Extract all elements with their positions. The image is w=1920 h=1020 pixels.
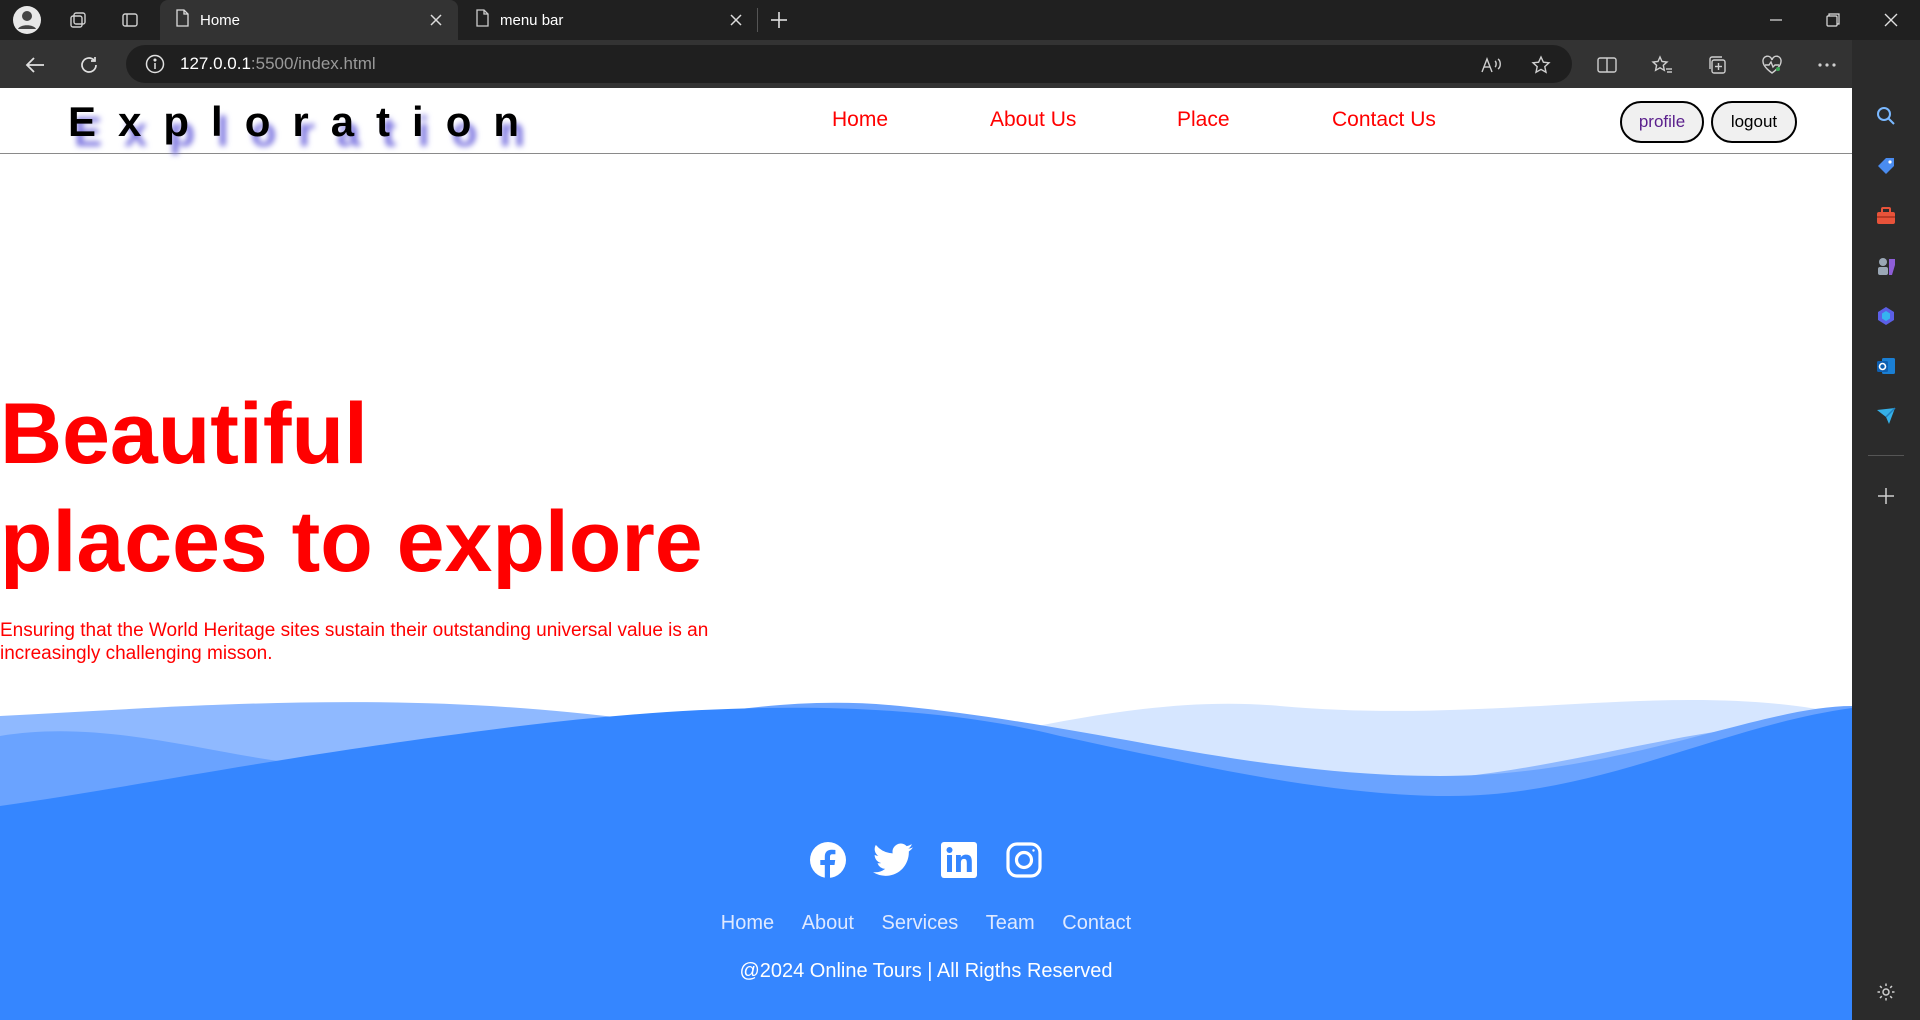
footer-link-team[interactable]: Team bbox=[986, 912, 1035, 934]
address-bar[interactable]: 127.0.0.1:5500/index.html bbox=[126, 45, 1572, 83]
profile-avatar-icon[interactable] bbox=[11, 4, 43, 36]
copyright-text: @2024 Online Tours | All Rigths Reserved bbox=[739, 960, 1113, 982]
instagram-icon[interactable] bbox=[1004, 840, 1044, 880]
linkedin-icon[interactable] bbox=[939, 840, 979, 880]
tab-separator bbox=[757, 8, 758, 32]
more-options-icon[interactable] bbox=[1810, 48, 1844, 82]
read-aloud-icon[interactable] bbox=[1474, 48, 1508, 82]
footer-link-contact[interactable]: Contact bbox=[1062, 912, 1131, 934]
favorite-star-icon[interactable] bbox=[1524, 48, 1558, 82]
favorites-icon[interactable] bbox=[1645, 48, 1679, 82]
page-icon bbox=[174, 9, 190, 31]
nav-link-home[interactable]: Home bbox=[832, 108, 888, 132]
tab-title: menu bar bbox=[500, 11, 564, 29]
sidebar-divider bbox=[1868, 455, 1904, 456]
minimize-icon[interactable] bbox=[1749, 0, 1803, 40]
hero-description: Ensuring that the World Heritage sites s… bbox=[0, 620, 709, 664]
browser-tab-bar: Home menu bar bbox=[0, 0, 1920, 40]
nav-link-contact-us[interactable]: Contact Us bbox=[1332, 108, 1436, 132]
copilot-app-icon[interactable] bbox=[1872, 302, 1900, 330]
url-text: 127.0.0.1:5500/index.html bbox=[180, 54, 376, 74]
footer-links: Home About Services Team Contact bbox=[0, 912, 1852, 935]
browser-essentials-icon[interactable] bbox=[1755, 48, 1789, 82]
hero-title-line-2: places to explore bbox=[0, 494, 703, 590]
twitter-icon[interactable] bbox=[873, 840, 913, 880]
profile-button[interactable]: profile bbox=[1620, 101, 1704, 143]
footer-link-about[interactable]: About bbox=[802, 912, 854, 934]
search-icon[interactable] bbox=[1872, 102, 1900, 130]
url-host: 127.0.0.1 bbox=[180, 54, 251, 73]
collections-icon[interactable] bbox=[1700, 48, 1734, 82]
send-icon[interactable] bbox=[1872, 402, 1900, 430]
add-icon[interactable] bbox=[1872, 482, 1900, 510]
facebook-icon[interactable] bbox=[808, 840, 848, 880]
footer-link-home[interactable]: Home bbox=[721, 912, 774, 934]
site-info-icon[interactable] bbox=[144, 53, 166, 75]
tab-menu-bar[interactable]: menu bar bbox=[460, 0, 758, 40]
close-icon[interactable] bbox=[726, 10, 746, 30]
footer-link-services[interactable]: Services bbox=[882, 912, 959, 934]
split-screen-icon[interactable] bbox=[1590, 48, 1624, 82]
nav-link-place[interactable]: Place bbox=[1177, 108, 1230, 132]
tab-home[interactable]: Home bbox=[160, 0, 458, 40]
workspaces-icon[interactable] bbox=[62, 4, 94, 36]
tools-briefcase-icon[interactable] bbox=[1872, 202, 1900, 230]
hero-title: Beautiful places to explore bbox=[0, 380, 703, 596]
site-logo[interactable]: Exploration bbox=[68, 98, 541, 146]
window-close-icon[interactable] bbox=[1864, 0, 1918, 40]
tab-title: Home bbox=[200, 11, 241, 29]
games-icon[interactable] bbox=[1872, 252, 1900, 280]
reload-icon[interactable] bbox=[72, 48, 106, 82]
hero-title-line-1: Beautiful bbox=[0, 386, 368, 482]
browser-toolbar: 127.0.0.1:5500/index.html bbox=[0, 40, 1920, 88]
browser-sidebar bbox=[1852, 40, 1920, 1020]
page-icon bbox=[474, 9, 490, 31]
back-icon[interactable] bbox=[18, 48, 52, 82]
nav-link-about-us[interactable]: About Us bbox=[990, 108, 1076, 132]
new-tab-icon[interactable] bbox=[763, 4, 795, 36]
shopping-tag-icon[interactable] bbox=[1872, 152, 1900, 180]
tab-actions-icon[interactable] bbox=[114, 4, 146, 36]
restore-icon[interactable] bbox=[1806, 0, 1860, 40]
settings-gear-icon[interactable] bbox=[1872, 978, 1900, 1006]
site-header: Exploration Home About Us Place Contact … bbox=[0, 88, 1852, 154]
close-icon[interactable] bbox=[426, 10, 446, 30]
outlook-icon[interactable] bbox=[1872, 352, 1900, 380]
url-path: :5500/index.html bbox=[250, 54, 376, 73]
web-page: Exploration Home About Us Place Contact … bbox=[0, 88, 1852, 1020]
logout-button[interactable]: logout bbox=[1711, 101, 1797, 143]
